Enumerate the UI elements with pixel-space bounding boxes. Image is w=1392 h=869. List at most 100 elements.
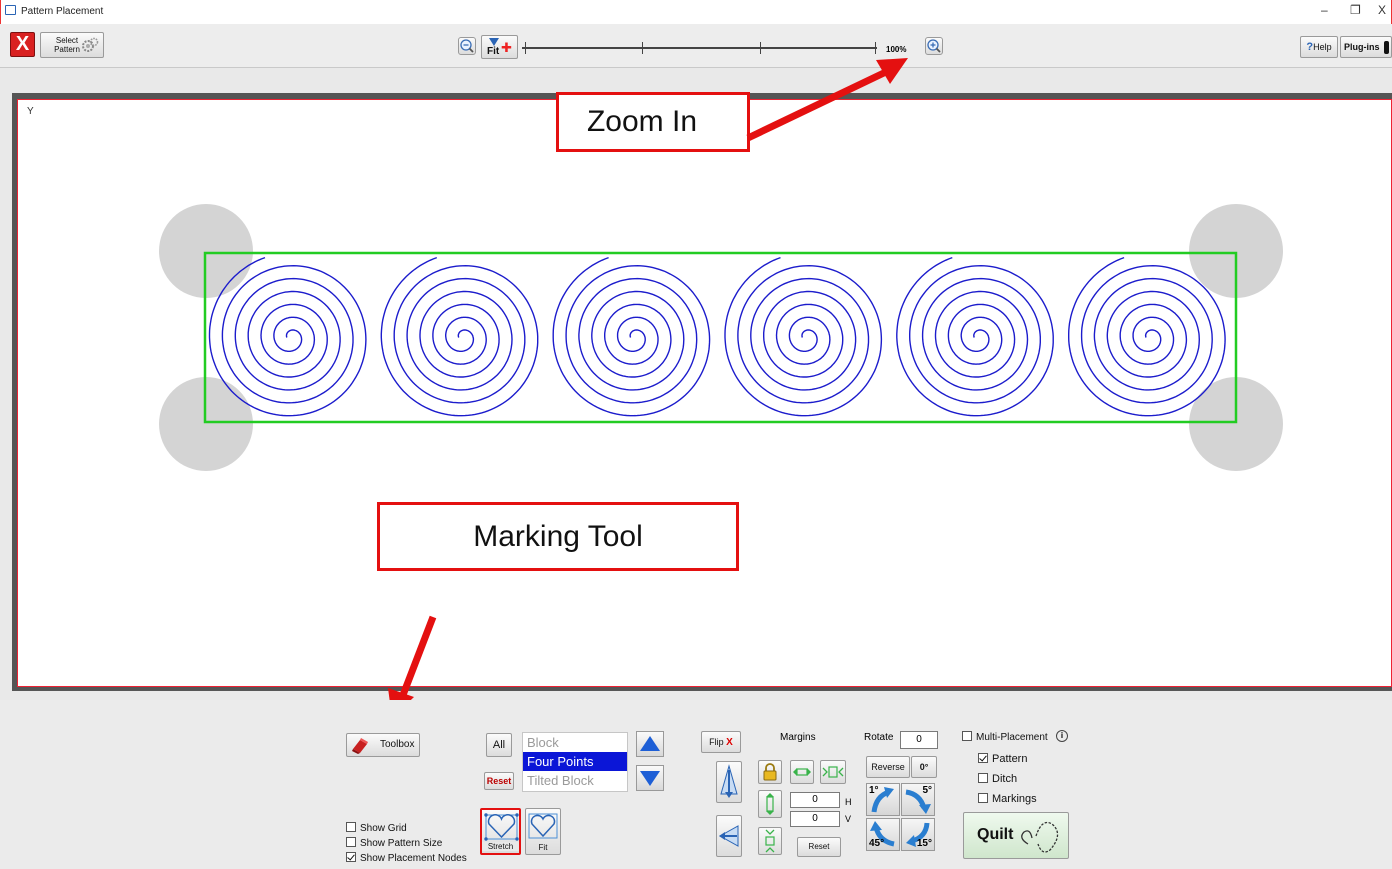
- mode-block[interactable]: Block: [523, 733, 627, 752]
- pattern-preview: [159, 204, 1283, 471]
- close-placement-button[interactable]: X: [10, 32, 35, 57]
- select-pattern-button[interactable]: Select Pattern: [40, 32, 104, 58]
- toolbox-button[interactable]: Toolbox: [346, 733, 420, 757]
- rotate-1-degree-button[interactable]: 1°: [866, 783, 900, 816]
- heart-fit-icon: [528, 813, 558, 839]
- minimize-button[interactable]: –: [1321, 3, 1328, 17]
- show-placement-nodes-checkbox[interactable]: Show Placement Nodes: [346, 852, 467, 864]
- rotate-15-label: 15°: [916, 838, 932, 849]
- window-close-button[interactable]: X: [1378, 3, 1386, 17]
- ditch-label: Ditch: [992, 773, 1018, 785]
- horizontal-margin-expand-button[interactable]: [790, 760, 814, 784]
- quilt-label: Quilt: [977, 826, 1014, 843]
- show-pattern-size-box[interactable]: [346, 837, 356, 847]
- mode-tilted-block[interactable]: Tilted Block: [523, 771, 627, 790]
- show-grid-checkbox[interactable]: Show Grid: [346, 822, 407, 834]
- top-toolbar: X Select Pattern Fit ✚ 100% ?Help Plug-i…: [0, 24, 1392, 68]
- spiral-pattern: [380, 256, 539, 417]
- lock-margins-button[interactable]: [758, 760, 782, 784]
- placement-mode-list[interactable]: Block Four Points Tilted Block: [522, 732, 628, 792]
- ditch-checkbox[interactable]: Ditch: [978, 773, 1017, 785]
- flip-axis-label: X: [726, 737, 733, 748]
- zoom-out-icon: [460, 39, 474, 53]
- placement-canvas[interactable]: Y: [17, 99, 1392, 687]
- reverse-button[interactable]: Reverse: [866, 756, 910, 778]
- needle-path-icon: [1021, 821, 1059, 853]
- info-icon[interactable]: i: [1056, 730, 1068, 742]
- zoom-slider[interactable]: [522, 42, 877, 54]
- reset-placement-button[interactable]: Reset: [484, 772, 514, 790]
- zoom-slider-tick: [760, 42, 761, 54]
- pattern-checkbox[interactable]: Pattern: [978, 753, 1027, 765]
- pattern-box[interactable]: [978, 753, 988, 763]
- stretch-label: Stretch: [482, 842, 519, 851]
- spiral-pattern: [896, 256, 1054, 417]
- horizontal-expand-icon: [793, 768, 811, 776]
- show-placement-nodes-label: Show Placement Nodes: [360, 853, 467, 864]
- fit-button[interactable]: Fit: [525, 808, 561, 855]
- margins-label: Margins: [780, 732, 816, 743]
- marking-tool-callout: Marking Tool: [377, 502, 739, 571]
- fit-view-label: Fit: [487, 46, 500, 57]
- mode-four-points[interactable]: Four Points: [523, 752, 627, 771]
- zoom-in-icon: [927, 39, 941, 53]
- zoom-in-callout: Zoom In: [556, 92, 750, 152]
- zoom-out-button[interactable]: [458, 37, 476, 55]
- multi-placement-box[interactable]: [962, 731, 972, 741]
- vertical-contract-icon: [765, 829, 775, 853]
- flip-horizontal-icon: [718, 825, 739, 847]
- spiral-pattern: [552, 256, 711, 417]
- horizontal-contract-icon: [822, 766, 844, 778]
- markings-box[interactable]: [978, 793, 988, 803]
- zoom-slider-tick: [642, 42, 643, 54]
- rotate-angle-field[interactable]: 0: [900, 731, 938, 749]
- vertical-margin-expand-button[interactable]: [758, 790, 782, 818]
- zoom-in-button[interactable]: [925, 37, 943, 55]
- horizontal-margin-field[interactable]: 0: [790, 792, 840, 808]
- select-pattern-label: Select Pattern: [54, 36, 80, 54]
- flip-vertical-button[interactable]: [716, 761, 742, 803]
- stretch-button[interactable]: Stretch: [480, 808, 521, 855]
- help-label: Help: [1313, 42, 1332, 52]
- move-down-button[interactable]: [636, 765, 664, 791]
- show-grid-label: Show Grid: [360, 823, 407, 834]
- rotate-1-label: 1°: [869, 785, 879, 796]
- show-grid-box[interactable]: [346, 822, 356, 832]
- lock-icon: [763, 763, 777, 781]
- fit-view-button[interactable]: Fit ✚: [481, 35, 518, 59]
- rotate-label: Rotate: [864, 732, 894, 743]
- plugins-label: Plug-ins: [1344, 42, 1380, 52]
- all-button[interactable]: All: [486, 733, 512, 757]
- flip-button[interactable]: Flip X: [701, 731, 741, 753]
- rotate-15-degree-button[interactable]: 15°: [901, 818, 935, 851]
- multi-placement-label: Multi-Placement: [976, 732, 1048, 743]
- plugins-hand-icon: [1384, 41, 1389, 54]
- rotate-5-label: 5°: [922, 785, 932, 796]
- rotate-5-degree-button[interactable]: 5°: [901, 783, 935, 816]
- flip-horizontal-button[interactable]: [716, 815, 742, 857]
- help-button[interactable]: ?Help: [1300, 36, 1338, 58]
- restore-button[interactable]: ❐: [1350, 3, 1361, 17]
- show-pattern-size-checkbox[interactable]: Show Pattern Size: [346, 837, 442, 849]
- arrow-down-icon: [640, 771, 660, 786]
- gear-icon: [82, 37, 99, 52]
- horizontal-margin-contract-button[interactable]: [820, 760, 846, 784]
- zoom-slider-tick: [525, 42, 526, 54]
- vertical-margin-field[interactable]: 0: [790, 811, 840, 827]
- multi-placement-checkbox[interactable]: Multi-Placement: [962, 731, 1048, 743]
- spiral-pattern: [724, 256, 883, 417]
- show-placement-nodes-box[interactable]: [346, 852, 356, 862]
- markings-checkbox[interactable]: Markings: [978, 793, 1037, 805]
- rotate-45-degree-button[interactable]: 45°: [866, 818, 900, 851]
- pattern-label: Pattern: [992, 753, 1028, 765]
- zoom-level-readout: 100%: [886, 45, 907, 54]
- bottom-panel: [0, 700, 1392, 869]
- move-up-button[interactable]: [636, 731, 664, 757]
- quilt-button[interactable]: Quilt: [963, 812, 1069, 859]
- rotate-zero-button[interactable]: 0°: [911, 756, 937, 778]
- vertical-expand-icon: [766, 793, 774, 815]
- vertical-margin-contract-button[interactable]: [758, 827, 782, 855]
- plugins-button[interactable]: Plug-ins: [1340, 36, 1392, 58]
- ditch-box[interactable]: [978, 773, 988, 783]
- reset-margins-button[interactable]: Reset: [797, 837, 841, 857]
